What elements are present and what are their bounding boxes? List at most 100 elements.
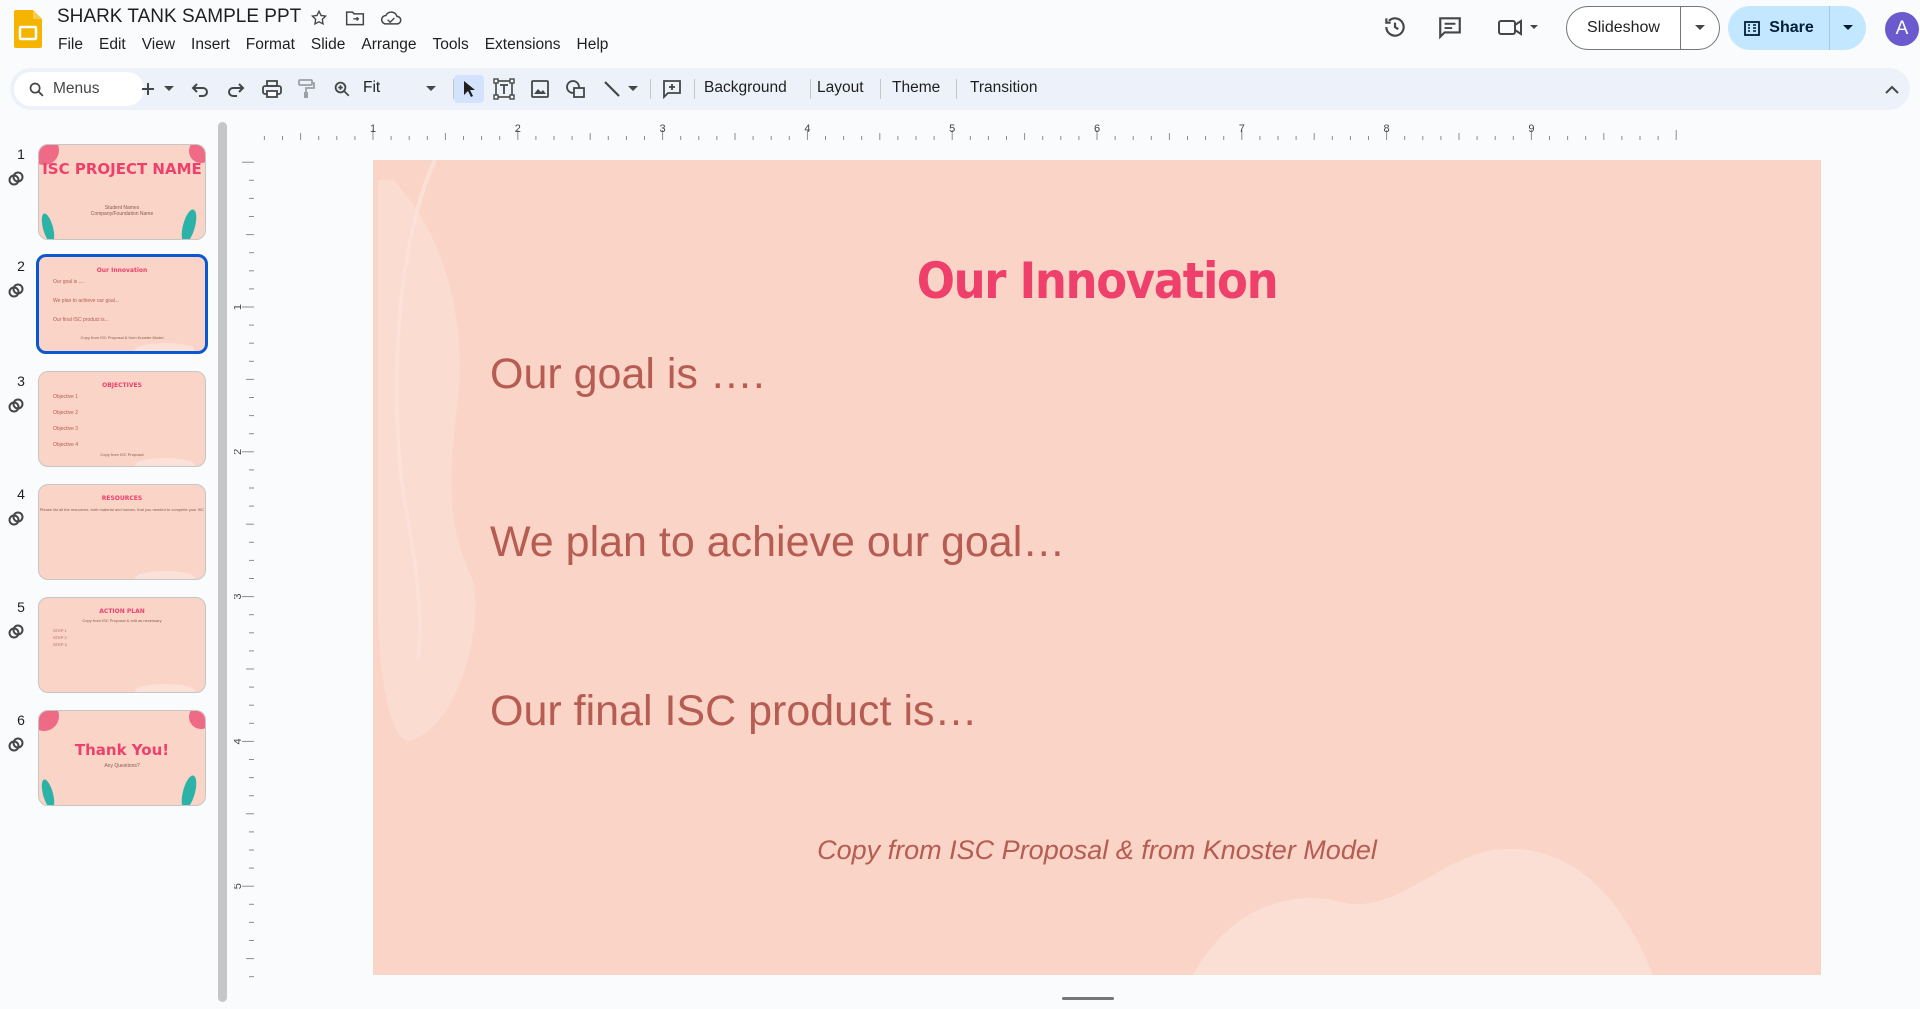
slide-editor[interactable]: Our Innovation Our goal is …. We plan to… (373, 160, 1821, 975)
version-history-icon[interactable] (1380, 12, 1410, 42)
menus-search-button[interactable]: Menus (14, 72, 144, 106)
menu-view[interactable]: View (134, 34, 183, 56)
transition-button[interactable]: Transition (970, 79, 1037, 97)
ruler-label: 5 (234, 883, 244, 889)
slide-number: 4 (17, 486, 25, 502)
ruler-label: 3 (660, 123, 666, 135)
thumbnail-text: STEP 3 (53, 642, 67, 647)
ruler-label: 4 (804, 123, 810, 135)
ruler-label: 1 (234, 304, 244, 310)
zoom-icon[interactable] (330, 75, 354, 103)
title-bar: SHARK TANK SAMPLE PPT File Edit View Ins… (0, 0, 1920, 66)
link-icon[interactable] (7, 397, 25, 415)
link-icon[interactable] (7, 736, 25, 754)
menu-edit[interactable]: Edit (91, 34, 134, 56)
meet-video-icon[interactable] (1494, 12, 1544, 42)
ruler-label: 1 (370, 123, 376, 135)
slide-body-line-2[interactable]: We plan to achieve our goal… (490, 518, 1065, 567)
ruler-label: 9 (1528, 123, 1534, 135)
menu-arrange[interactable]: Arrange (353, 34, 424, 56)
slide-thumbnail-6[interactable]: Thank You! Any Questions? (38, 710, 206, 806)
slides-logo-icon[interactable] (14, 10, 42, 48)
slide-number: 6 (17, 712, 25, 728)
slide-title[interactable]: Our Innovation (445, 252, 1748, 310)
link-icon[interactable] (7, 170, 25, 188)
slide-footer-note[interactable]: Copy from ISC Proposal & from Knoster Mo… (373, 835, 1821, 866)
menu-help[interactable]: Help (569, 34, 617, 56)
shapes-icon[interactable] (562, 75, 590, 103)
thumbnail-text: Objective 3 (53, 426, 79, 432)
thumbnail-text: STEP 1 (53, 628, 67, 633)
thumbnail-text: STEP 2 (53, 635, 67, 640)
document-title[interactable]: SHARK TANK SAMPLE PPT (57, 6, 301, 28)
share-label: Share (1769, 19, 1814, 36)
toolbar-divider (880, 79, 881, 99)
collapse-toolbar-icon[interactable] (1882, 75, 1902, 103)
link-icon[interactable] (7, 510, 25, 528)
ruler-label: 2 (515, 123, 521, 135)
menu-file[interactable]: File (50, 34, 91, 56)
menu-tools[interactable]: Tools (425, 34, 477, 56)
new-slide-dropdown-icon[interactable] (162, 75, 176, 103)
thumbnail-text: Our final ISC product is... (53, 317, 109, 323)
menu-bar: File Edit View Insert Format Slide Arran… (50, 34, 616, 56)
slide-thumbnail-2[interactable]: Our Innovation Our goal is .... We plan … (36, 254, 208, 354)
toolbar-divider (810, 79, 811, 99)
slide-thumbnail-3[interactable]: OBJECTIVES Objective 1 Objective 2 Objec… (38, 371, 206, 467)
thumbnail-text: We plan to achieve our goal... (53, 298, 120, 304)
comments-icon[interactable] (1435, 12, 1465, 42)
share-dropdown-button[interactable] (1830, 6, 1866, 50)
menu-extensions[interactable]: Extensions (477, 34, 569, 56)
thumbnail-title: Thank You! (74, 741, 170, 759)
slide-thumbnail-5[interactable]: ACTION PLAN Copy from ISC Proposal & edi… (38, 597, 206, 693)
print-icon[interactable] (260, 75, 284, 103)
add-comment-icon[interactable] (658, 75, 686, 103)
line-dropdown-icon[interactable] (626, 75, 640, 103)
menu-insert[interactable]: Insert (183, 34, 238, 56)
theme-button[interactable]: Theme (892, 79, 940, 97)
thumbnail-text: Objective 1 (53, 394, 79, 400)
layout-button[interactable]: Layout (817, 79, 864, 97)
share-button[interactable]: Share (1728, 6, 1830, 50)
thumbnail-text: Copy from ISC Proposal & from Knoster Mo… (80, 335, 164, 340)
select-cursor-icon[interactable] (454, 75, 484, 103)
move-folder-icon[interactable] (344, 7, 366, 29)
vertical-ruler[interactable]: 1 2 3 4 5 (234, 142, 256, 992)
link-icon[interactable] (7, 623, 25, 641)
text-box-icon[interactable] (490, 75, 518, 103)
filmstrip-scrollbar[interactable] (218, 122, 227, 1002)
paint-format-icon[interactable] (294, 75, 318, 103)
zoom-dropdown-icon[interactable] (424, 75, 438, 103)
ruler-label: 5 (949, 123, 955, 135)
slideshow-button[interactable]: Slideshow (1567, 7, 1681, 49)
cloud-saved-icon[interactable] (380, 7, 402, 29)
slide-filmstrip: 1 ISC PROJECT NAME Student Names Company… (0, 130, 220, 1009)
chevron-down-icon (1695, 25, 1705, 30)
slide-number: 2 (17, 258, 25, 274)
redo-icon[interactable] (224, 75, 248, 103)
ruler-label: 4 (234, 738, 244, 744)
speaker-notes-resize-handle[interactable] (1062, 997, 1114, 1000)
thumbnail-text: Copy from ISC Proposal & edit as necessa… (82, 618, 162, 623)
slide-body-line-3[interactable]: Our final ISC product is… (490, 687, 978, 736)
account-avatar[interactable]: A (1885, 12, 1919, 46)
star-icon[interactable] (308, 7, 330, 29)
horizontal-ruler[interactable]: 1 2 3 4 5 6 7 8 9 (252, 120, 1820, 142)
thumbnail-title: ISC PROJECT NAME (42, 160, 202, 178)
new-slide-icon[interactable] (136, 75, 160, 103)
undo-icon[interactable] (188, 75, 212, 103)
slide-thumbnail-1[interactable]: ISC PROJECT NAME Student Names Company/F… (38, 144, 206, 240)
link-icon[interactable] (7, 282, 25, 300)
slide-number: 5 (17, 599, 25, 615)
thumbnail-title: OBJECTIVES (102, 382, 142, 389)
insert-image-icon[interactable] (526, 75, 554, 103)
slideshow-dropdown-button[interactable] (1681, 7, 1719, 49)
slide-body-line-1[interactable]: Our goal is …. (490, 350, 765, 399)
slide-thumbnail-4[interactable]: RESOURCES Please list all the resources,… (38, 484, 206, 580)
line-icon[interactable] (600, 75, 624, 103)
zoom-select[interactable]: Fit (363, 79, 380, 97)
menu-format[interactable]: Format (238, 34, 303, 56)
background-button[interactable]: Background (704, 79, 787, 97)
thumbnail-text: Objective 2 (53, 410, 79, 416)
menu-slide[interactable]: Slide (303, 34, 353, 56)
